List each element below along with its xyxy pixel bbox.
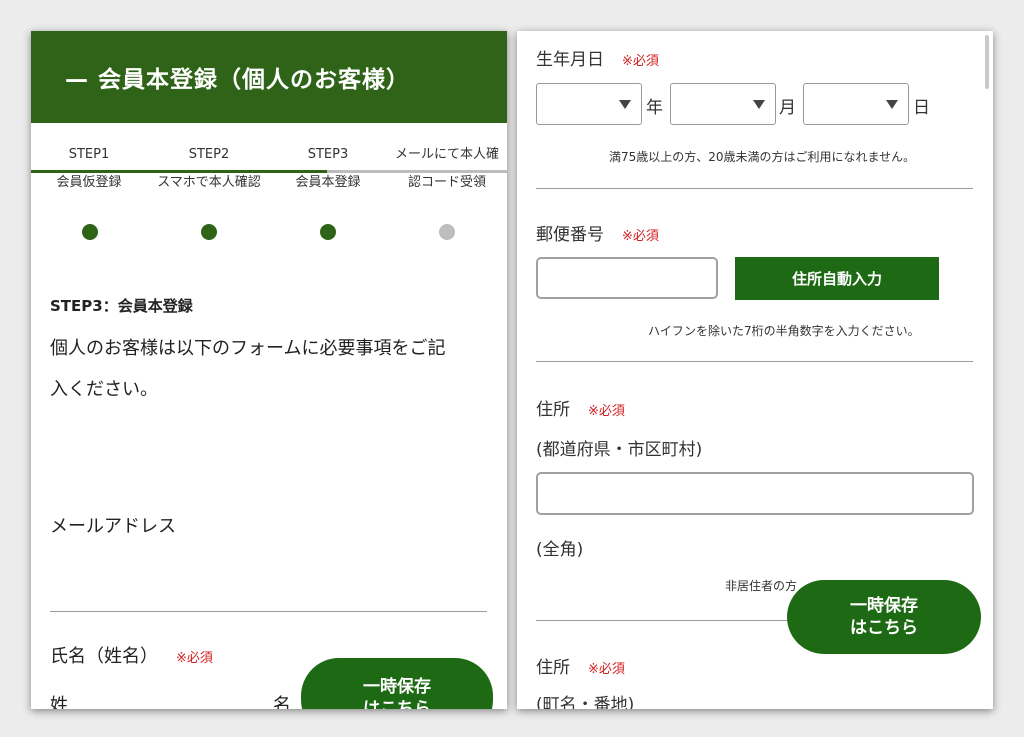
postal-label-text: 郵便番号 <box>536 225 604 245</box>
required-mark: ※必須 <box>176 651 213 666</box>
step-1-dot <box>82 224 98 240</box>
dob-label: 生年月日 ※必須 <box>536 45 659 70</box>
section-heading: STEP3：会員本登録 <box>50 297 193 315</box>
birth-month-select[interactable] <box>670 83 776 125</box>
scrollbar[interactable] <box>985 35 989 89</box>
step-3-name: 会員本登録 <box>295 175 361 190</box>
temp-save-button[interactable]: 一時保存 はこちら <box>787 580 981 654</box>
address2-label: 住所 ※必須 <box>536 653 625 678</box>
progress-track-done <box>31 170 327 173</box>
divider <box>50 611 487 612</box>
day-unit: 日 <box>913 98 930 118</box>
page-title: — 会員本登録（個人のお客様） <box>31 31 507 123</box>
temp-save-line1: 一時保存 <box>363 677 431 697</box>
year-unit: 年 <box>646 98 663 118</box>
birth-day-select[interactable] <box>803 83 909 125</box>
address-label-text: 住所 <box>536 400 570 420</box>
temp-save-line2: はこちら <box>850 618 918 638</box>
chevron-down-icon <box>886 100 898 109</box>
divider <box>536 361 973 362</box>
month-unit: 月 <box>779 98 796 118</box>
divider <box>536 188 973 189</box>
temp-save-button[interactable]: 一時保存 はこちら <box>301 658 493 709</box>
fullwidth-note: (全角) <box>536 540 584 560</box>
required-mark: ※必須 <box>588 662 625 677</box>
step-1-number: STEP1 <box>68 147 110 162</box>
progress-track-pending <box>327 170 507 173</box>
address-label: 住所 ※必須 <box>536 395 625 420</box>
chevron-down-icon <box>619 100 631 109</box>
intro-text-line2: 入ください。 <box>50 379 158 400</box>
temp-save-line1: 一時保存 <box>850 596 918 616</box>
registration-panel-right: 生年月日 ※必須 年 月 日 満75歳以上の方、20歳未満の方はご利用になれません… <box>517 31 993 709</box>
step-2-number: STEP2 <box>188 147 230 162</box>
postal-code-input[interactable] <box>536 257 718 299</box>
step-3-dot <box>320 224 336 240</box>
step-1-name: 会員仮登録 <box>56 175 122 190</box>
temp-save-line2: はこちら <box>363 699 431 709</box>
required-mark: ※必須 <box>622 54 659 69</box>
name-label: 氏名（姓名） ※必須 <box>50 642 213 668</box>
step-progress: STEP1 会員仮登録 STEP2 スマホで本人確認 STEP3 会員本登録 メ… <box>31 123 507 243</box>
address-sub-label: (都道府県・市区町村) <box>536 440 703 460</box>
required-mark: ※必須 <box>588 404 625 419</box>
step-1: STEP1 会員仮登録 <box>31 141 154 197</box>
address-autofill-button[interactable]: 住所自動入力 <box>735 257 939 300</box>
postal-label: 郵便番号 ※必須 <box>536 220 659 245</box>
name-label-text: 氏名（姓名） <box>50 646 158 667</box>
nonresident-note: 非居住者の方 <box>725 579 798 593</box>
address-prefecture-city-input[interactable] <box>536 472 974 515</box>
given-name-label: 名 <box>273 695 291 709</box>
step-3-number: STEP3 <box>307 147 349 162</box>
intro-text-line1: 個人のお客様は以下のフォームに必要事項をご記 <box>50 338 446 359</box>
step-4-name: 認コード受領 <box>407 175 486 190</box>
step-2: STEP2 スマホで本人確認 <box>144 141 274 197</box>
step-3: STEP3 会員本登録 <box>263 141 393 197</box>
step-2-dot <box>201 224 217 240</box>
birth-year-select[interactable] <box>536 83 642 125</box>
step-4: メールにて本人確 認コード受領 <box>382 141 507 197</box>
address2-sub-label: (町名・番地) <box>536 695 635 709</box>
postal-note: ハイフンを除いた7桁の半角数字を入力ください。 <box>648 324 920 338</box>
chevron-down-icon <box>753 100 765 109</box>
step-2-name: スマホで本人確認 <box>157 175 261 190</box>
registration-panel-left: — 会員本登録（個人のお客様） STEP1 会員仮登録 STEP2 スマホで本人… <box>31 31 507 709</box>
step-4-dot <box>439 224 455 240</box>
address2-label-text: 住所 <box>536 658 570 678</box>
email-label: メールアドレス <box>50 516 176 537</box>
step-4-number: メールにて本人確 <box>394 147 499 162</box>
dob-label-text: 生年月日 <box>536 50 604 70</box>
dob-note: 満75歳以上の方、20歳未満の方はご利用になれません。 <box>609 150 916 164</box>
required-mark: ※必須 <box>622 229 659 244</box>
surname-label: 姓 <box>50 695 68 709</box>
